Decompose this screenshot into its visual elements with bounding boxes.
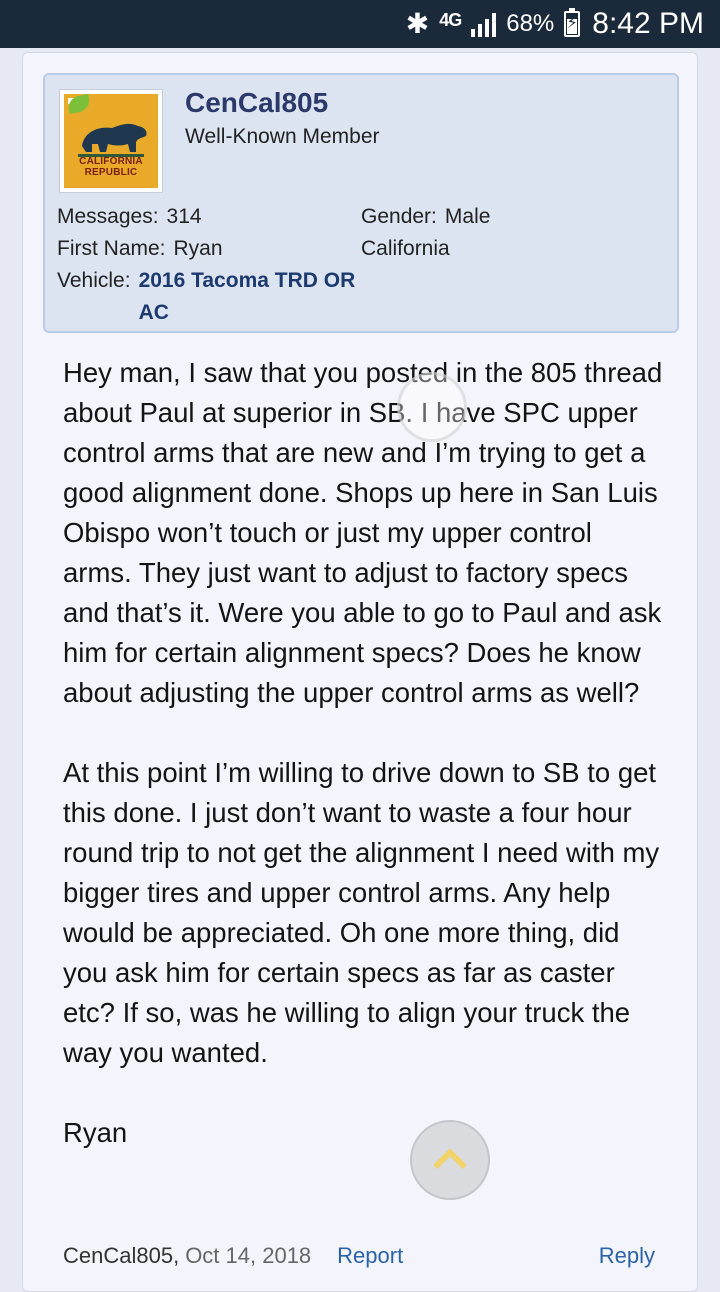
message-paragraph: Hey man, I saw that you posted in the 80… [63, 357, 663, 708]
user-info-panel: CALIFORNIA REPUBLIC CenCal805 Well-Known… [43, 73, 679, 333]
message-signature: Ryan [63, 1117, 128, 1148]
vehicle-label: Vehicle: [57, 269, 131, 292]
loading-spinner-icon [397, 372, 467, 442]
first-name-value: Ryan [173, 237, 223, 260]
post-date[interactable]: Oct 14, 2018 [185, 1243, 311, 1269]
gender-label: Gender: [361, 205, 437, 228]
vehicle-stat: Vehicle: 2016 Tacoma TRD OR AC [57, 265, 377, 329]
messages-label: Messages: [57, 205, 159, 228]
avatar-caption: CALIFORNIA REPUBLIC [79, 156, 143, 178]
battery-percent: 68% [506, 10, 555, 37]
scroll-to-top-button[interactable] [410, 1120, 490, 1200]
report-link[interactable]: Report [337, 1243, 403, 1269]
message-body: Hey man, I saw that you posted in the 80… [63, 353, 663, 1193]
vehicle-link[interactable]: 2016 Tacoma TRD OR AC [139, 265, 377, 329]
first-name-label: First Name: [57, 237, 166, 260]
username-link[interactable]: CenCal805 [185, 87, 328, 119]
reply-link[interactable]: Reply [599, 1243, 655, 1269]
clock: 8:42 PM [592, 7, 704, 40]
chevron-up-icon [433, 1148, 467, 1182]
user-title: Well-Known Member [185, 125, 380, 148]
post-footer: CenCal805, Oct 14, 2018 Report Reply [63, 1243, 655, 1269]
gender-value: Male [444, 205, 491, 228]
network-type: 4G [439, 9, 462, 30]
first-name-stat: First Name: Ryan [57, 233, 223, 265]
bluetooth-icon: ✱ [405, 8, 430, 39]
author-link[interactable]: CenCal805, [63, 1243, 179, 1269]
network-4g-icon: 4G [439, 9, 462, 31]
message-paragraph: At this point I’m willing to drive down … [63, 757, 660, 1068]
messages-stat: Messages: 314 [57, 201, 202, 233]
gender-stat: Gender: Male [361, 201, 490, 233]
signal-icon [471, 11, 497, 37]
messages-value: 314 [166, 205, 202, 228]
location: California [361, 237, 450, 260]
battery-charging-icon: ⚡ [564, 8, 581, 37]
status-bar: ✱ 4G 68% ⚡ 8:42 PM [0, 0, 720, 48]
avatar[interactable]: CALIFORNIA REPUBLIC [59, 89, 163, 193]
post-card: CALIFORNIA REPUBLIC CenCal805 Well-Known… [22, 52, 698, 1292]
